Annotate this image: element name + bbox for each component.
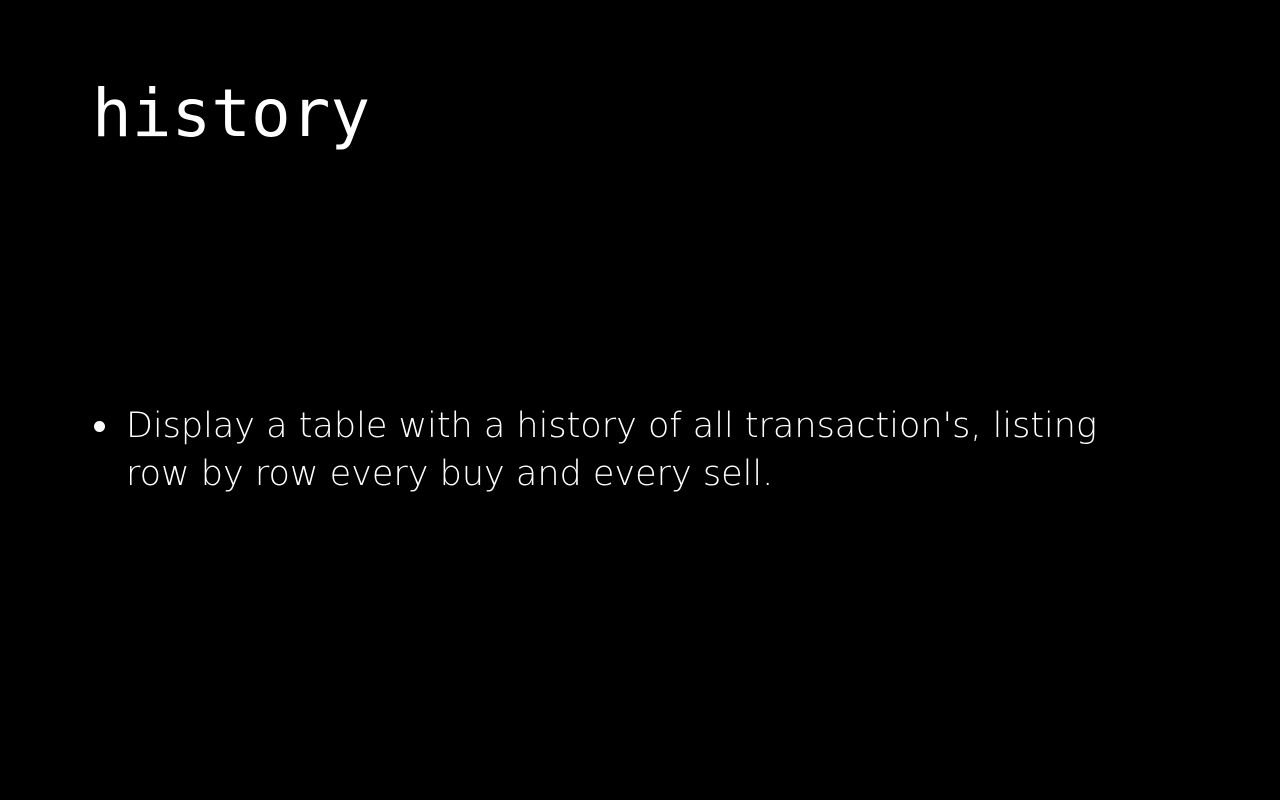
bullet-list: Display a table with a history of all tr… — [94, 402, 1214, 498]
bullet-item: Display a table with a history of all tr… — [94, 402, 1214, 498]
bullet-dot-icon — [94, 421, 105, 432]
slide-title: history — [92, 75, 371, 152]
slide: history Display a table with a history o… — [0, 0, 1280, 800]
bullet-text: Display a table with a history of all tr… — [126, 406, 1097, 494]
